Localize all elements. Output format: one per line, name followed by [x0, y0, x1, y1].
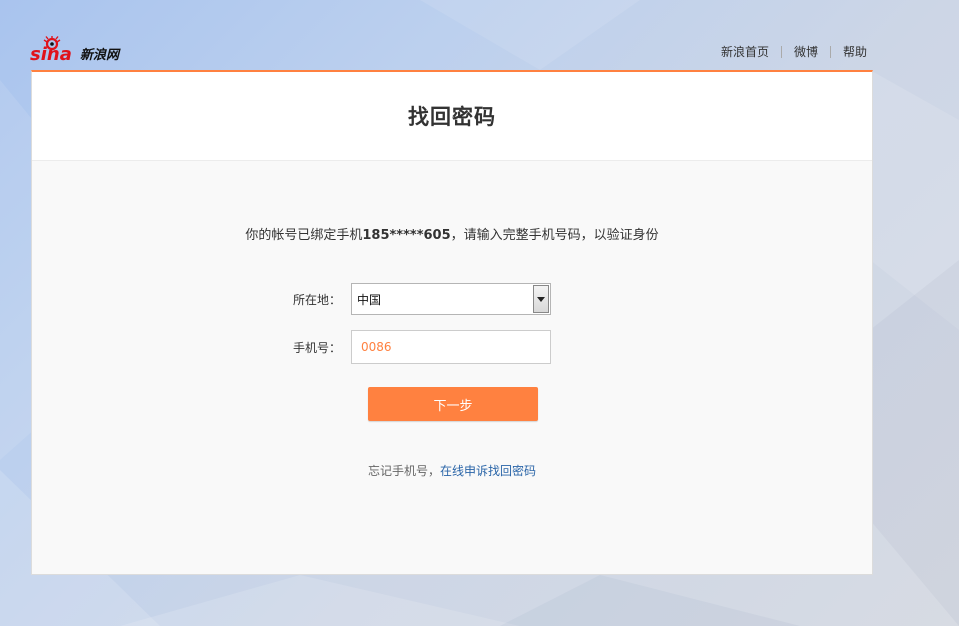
location-value: 中国	[357, 292, 382, 307]
logo-cn-text: 新浪网	[80, 47, 121, 63]
logo-text: sina	[30, 44, 72, 65]
online-appeal-link[interactable]: 在线申诉找回密码	[440, 464, 536, 478]
card-header: 找回密码	[32, 72, 872, 161]
nav-sina-home[interactable]: 新浪首页	[709, 45, 781, 59]
recover-password-card: 找回密码 你的帐号已绑定手机185*****605，请输入完整手机号码，以验证身…	[31, 70, 873, 575]
location-row: 所在地： 中国	[281, 283, 551, 315]
masked-phone: 185*****605	[362, 228, 451, 243]
notice-prefix: 你的帐号已绑定手机	[245, 228, 363, 243]
forgot-text: 忘记手机号，	[367, 464, 440, 478]
nav-weibo[interactable]: 微博	[782, 45, 830, 59]
notice-suffix: ，请输入完整手机号码，以验证身份	[450, 228, 659, 243]
page-title: 找回密码	[408, 105, 496, 129]
phone-label: 手机号：	[292, 340, 341, 355]
top-nav: 新浪首页 微博 帮助	[709, 45, 867, 59]
phone-row: 手机号： 0086	[281, 330, 551, 364]
phone-input[interactable]: 0086	[351, 330, 551, 364]
sina-logo[interactable]: sina 新浪网	[30, 36, 134, 66]
location-select[interactable]: 中国	[351, 283, 551, 315]
forgot-phone-line: 忘记手机号，在线申诉找回密码	[32, 462, 872, 479]
location-label: 所在地：	[292, 292, 341, 307]
top-bar: sina 新浪网 新浪首页 微博 帮助	[0, 0, 959, 70]
bound-phone-notice: 你的帐号已绑定手机185*****605，请输入完整手机号码，以验证身份	[32, 224, 872, 243]
nav-help[interactable]: 帮助	[831, 45, 867, 59]
next-step-button[interactable]: 下一步	[368, 387, 538, 421]
dropdown-arrow-icon[interactable]	[533, 285, 549, 313]
